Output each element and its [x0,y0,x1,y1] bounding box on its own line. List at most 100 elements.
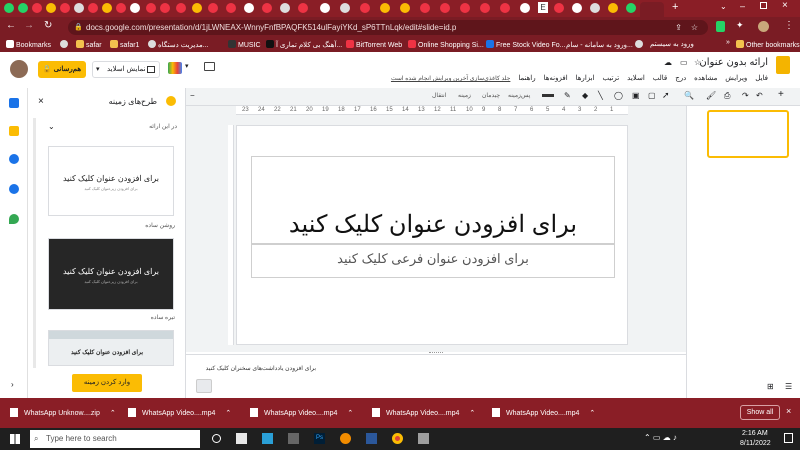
close-icon[interactable]: × [38,96,44,107]
bookmarks-overflow-icon[interactable]: » [726,39,730,46]
bookmark-item[interactable] [60,40,70,49]
tab-search-icon[interactable]: ⌄ [720,2,727,11]
tab-favicon[interactable] [116,3,126,13]
tab-favicon[interactable] [572,3,582,13]
tab-favicon[interactable] [4,3,14,13]
slide-canvas[interactable]: برای افزودن عنوان کلیک کنید برای افزودن … [236,125,628,345]
explore-button[interactable] [196,379,212,393]
vertical-ruler[interactable] [228,125,234,345]
reload-button[interactable]: ↻ [44,20,52,31]
tab-favicon[interactable] [74,3,84,13]
tray-icons[interactable]: ⌃ ▭ ☁ ♪ [644,433,677,442]
tab-favicon[interactable] [500,3,510,13]
puzzle-extensions-icon[interactable]: ✦ [736,20,744,31]
download-item[interactable]: WhatsApp Video....mp4 ⌃ [128,408,231,417]
theme-button[interactable]: زمینه [458,92,471,99]
shape-icon[interactable]: ◯ [614,91,623,100]
tab-favicon[interactable] [460,3,470,13]
themes-scrollbar[interactable] [33,118,36,368]
tab-favicon[interactable] [380,3,390,13]
tab-favicon[interactable] [520,3,530,13]
clock-date[interactable]: 8/11/2022 [740,440,771,447]
task-view-icon[interactable] [212,434,221,443]
textbox-icon[interactable]: ▢ [648,91,656,100]
new-tab-button[interactable]: + [672,1,678,13]
tab-favicon[interactable] [262,3,272,13]
zoom-out-button[interactable]: − [190,91,195,100]
bookmark-item[interactable]: مدیریت دستگاه... [148,40,209,49]
taskbar-search-box[interactable]: ⌕ Type here to search [30,430,200,448]
minimize-button[interactable]: – [740,1,745,11]
photoshop-icon[interactable]: Ps [314,433,325,444]
chevron-up-icon[interactable]: ⌃ [589,410,595,417]
line-color-icon[interactable]: ✎ [564,91,571,100]
menu-slide[interactable]: اسلاید [627,75,645,82]
contacts-icon[interactable] [9,184,19,194]
move-folder-icon[interactable]: ▭ [680,58,688,67]
redo-icon[interactable]: ↷ [742,91,749,100]
undo-icon[interactable]: ↶ [756,91,763,100]
app-icon[interactable] [340,433,351,444]
tab-favicon[interactable] [440,3,450,13]
tab-favicon[interactable] [340,3,350,13]
clock-time[interactable]: 2:16 AM [742,430,768,437]
theme-card-light[interactable]: برای افزودن عنوان کلیک کنید برای افزودن … [48,146,174,216]
tab-favicon[interactable] [420,3,430,13]
meet-chevron-icon[interactable]: ▾ [185,62,189,70]
line-icon[interactable]: ╲ [598,91,603,100]
bookmark-item[interactable]: safar [76,40,102,49]
transition-button[interactable]: انتقال [432,92,446,99]
slide-thumbnail[interactable] [707,110,789,158]
bookmark-item[interactable]: ورود به سامانه - سام... [566,40,645,49]
download-item[interactable]: WhatsApp Video....mp4 ⌃ [492,408,595,417]
extension-icon[interactable] [716,21,725,32]
bookmark-item[interactable]: ورود به سیستم [650,40,694,48]
tab-favicon[interactable] [280,3,290,13]
menu-addons[interactable]: افزونه‌ها [544,75,568,82]
tab-favicon[interactable] [626,3,636,13]
bookmark-item[interactable]: آهنگ بی کلام تماری آ... [266,40,342,49]
tab-favicon[interactable] [244,3,254,13]
theme-card-dark[interactable]: برای افزودن عنوان کلیک کنید برای افزودن … [48,238,174,310]
print-icon[interactable]: ⎙ [724,91,730,101]
download-item[interactable]: WhatsApp Video....mp4 ⌃ [250,408,353,417]
tab-favicon[interactable] [176,3,186,13]
chevron-up-icon[interactable]: ⌃ [225,410,231,417]
menu-file[interactable]: فایل [755,75,768,82]
resize-handle[interactable] [429,352,443,355]
address-bar[interactable]: 🔒 docs.google.com/presentation/d/1jLWNEA… [68,20,708,35]
show-all-button[interactable]: Show all [740,405,780,420]
line-weight-icon[interactable] [542,94,554,97]
keep-icon[interactable] [9,126,19,136]
image-icon[interactable]: ▣ [632,91,640,100]
speaker-notes[interactable]: برای افزودن یادداشت‌های سخنران کلیک کنید [186,352,686,398]
tab-letter[interactable]: E [538,2,548,13]
tab-favicon[interactable] [88,3,98,13]
bookmark-star-icon[interactable]: ☆ [691,20,698,35]
tab-favicon[interactable] [480,3,490,13]
tab-favicon[interactable] [60,3,70,13]
tab-favicon[interactable] [320,3,330,13]
tab-favicon[interactable] [608,3,618,13]
maximize-button[interactable] [760,2,767,9]
tab-favicon[interactable] [160,3,170,13]
bookmark-item[interactable]: Online Shopping Si... [408,40,484,49]
menu-insert[interactable]: درج [675,75,686,82]
maps-icon[interactable] [9,214,19,224]
menu-tools[interactable]: ابزارها [576,75,595,82]
tab-favicon[interactable] [226,3,236,13]
app-icon[interactable] [288,433,299,444]
present-button-group[interactable]: ▾ نمایش اسلاید [92,61,160,78]
chevron-up-icon[interactable]: ⌃ [110,410,116,417]
bookmark-item[interactable]: MUSIC [228,40,261,49]
active-tab[interactable] [640,2,664,17]
tab-favicon[interactable] [18,3,28,13]
share-button[interactable]: 🔒 هم‌رسانی [38,61,86,78]
menu-help[interactable]: راهنما [518,75,535,82]
comments-icon[interactable] [204,62,215,71]
close-window-button[interactable]: × [782,0,788,11]
chrome-icon[interactable] [392,433,403,444]
download-item[interactable]: WhatsApp Unknow....zip ⌃ [10,408,116,417]
chevron-down-icon[interactable]: ▾ [96,62,100,77]
last-edit-link[interactable]: جلد کاغذی‌سازی آخرین ویرایش انجام شده اس… [391,76,510,82]
